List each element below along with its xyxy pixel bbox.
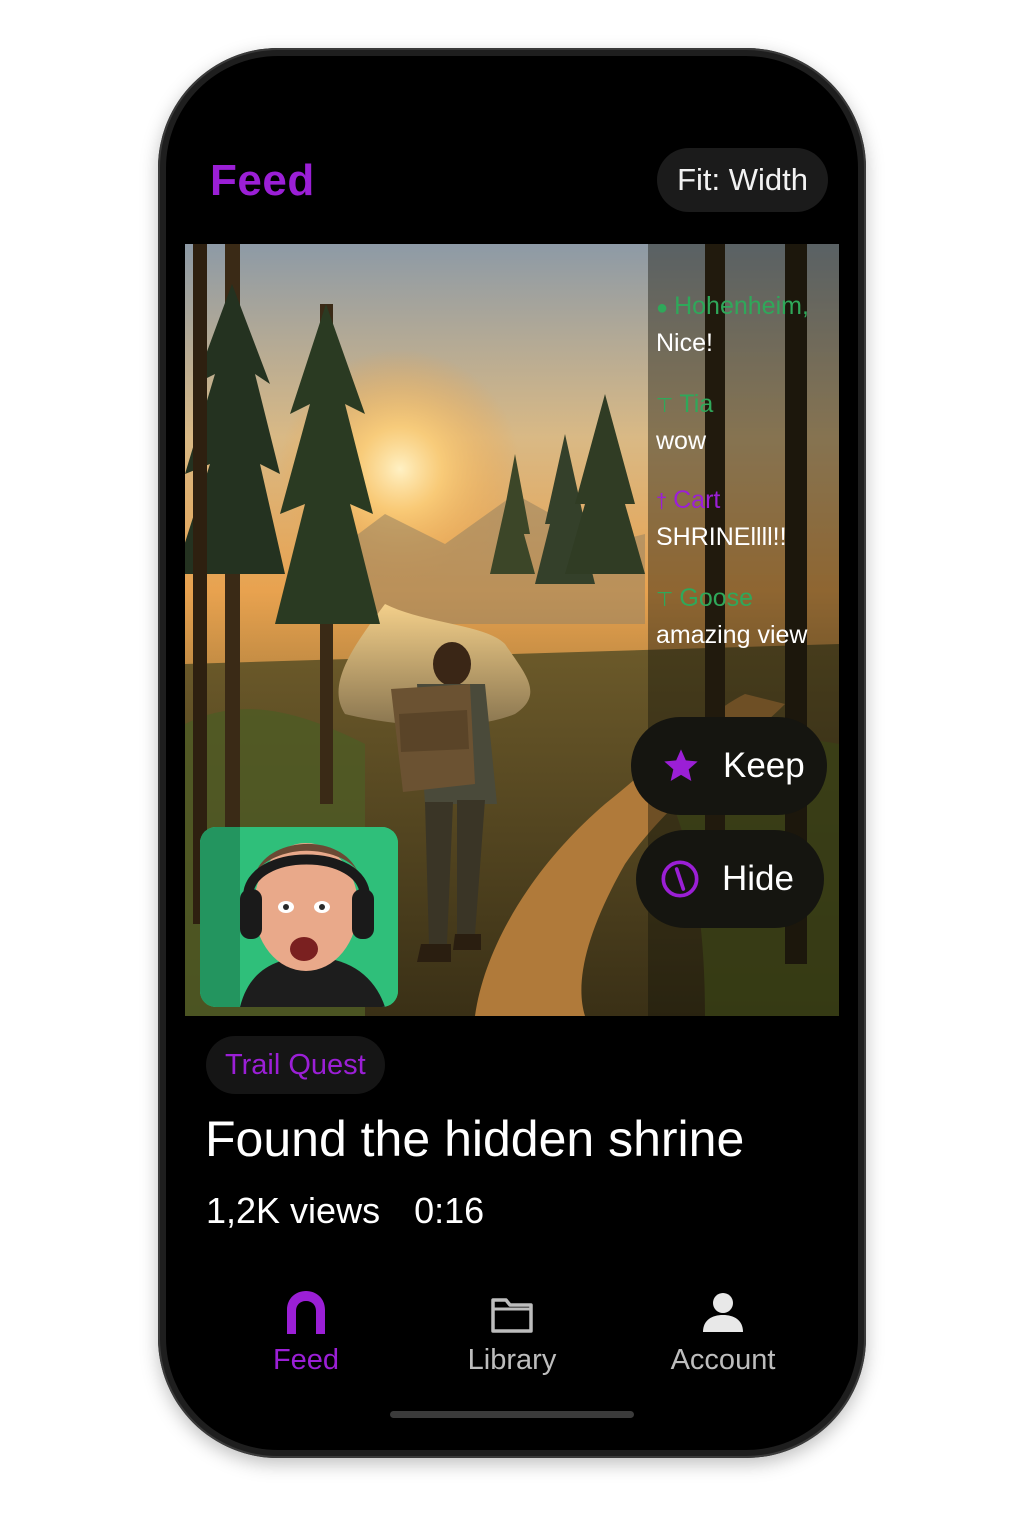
nav-item-account[interactable]: Account [623,1282,823,1377]
category-tag[interactable]: Trail Quest [206,1036,385,1094]
nav-item-library[interactable]: Library [412,1282,612,1377]
feed-arch-icon [206,1282,406,1334]
keep-button[interactable]: Keep [631,717,827,815]
chat-text: Nice! [656,329,713,357]
chat-badge-icon: ● [656,297,669,319]
home-indicator[interactable] [390,1411,634,1418]
sword-badge-icon: † [656,491,668,513]
nav-item-feed[interactable]: Feed [206,1282,406,1377]
nav-label-library: Library [467,1344,557,1376]
chat-username: † Cart [656,486,721,514]
video-title: Found the hidden shrine [205,1111,745,1167]
phone-frame: Feed Fit: Width ● Hohenheim, Nice! ⊤ Tia… [158,48,866,1458]
nav-label-feed: Feed [272,1344,340,1376]
fit-mode-button[interactable]: Fit: Width [657,148,828,212]
view-count: 1,2K views [206,1190,381,1231]
keep-label: Keep [723,746,805,785]
pickaxe-badge-icon: ⊤ [656,395,674,417]
chat-text: wow [656,427,707,455]
hide-icon [658,857,702,901]
star-icon [659,744,703,788]
video-stats: 1,2K views 0:16 [206,1190,484,1232]
chat-text: amazing view [656,621,808,649]
folder-icon [412,1282,612,1334]
chat-message: ⊤ Goose amazing view [656,584,839,650]
person-icon [623,1282,823,1334]
chat-username: ⊤ Goose [656,584,754,612]
chat-message: ⊤ Tia wow [656,390,839,456]
hide-label: Hide [722,859,794,898]
hide-button[interactable]: Hide [636,830,824,928]
streamer-face-image [200,827,398,1007]
chat-username: ● Hohenheim, [656,292,809,320]
chat-message: ● Hohenheim, Nice! [656,292,839,358]
streamer-webcam [200,827,398,1007]
video-player[interactable]: ● Hohenheim, Nice! ⊤ Tia wow † Cart SHRINEl… [185,244,839,1016]
chat-username: ⊤ Tia [656,390,714,418]
video-duration: 0:16 [414,1190,485,1231]
chat-text: SHRINEllll!! [656,523,787,551]
chat-message: † Cart SHRINEllll!! [656,486,839,552]
page-title: Feed [210,156,315,205]
nav-label-account: Account [670,1344,776,1376]
pickaxe-badge-icon: ⊤ [656,589,674,611]
app-screen: Feed Fit: Width ● Hohenheim, Nice! ⊤ Tia… [166,56,858,1450]
